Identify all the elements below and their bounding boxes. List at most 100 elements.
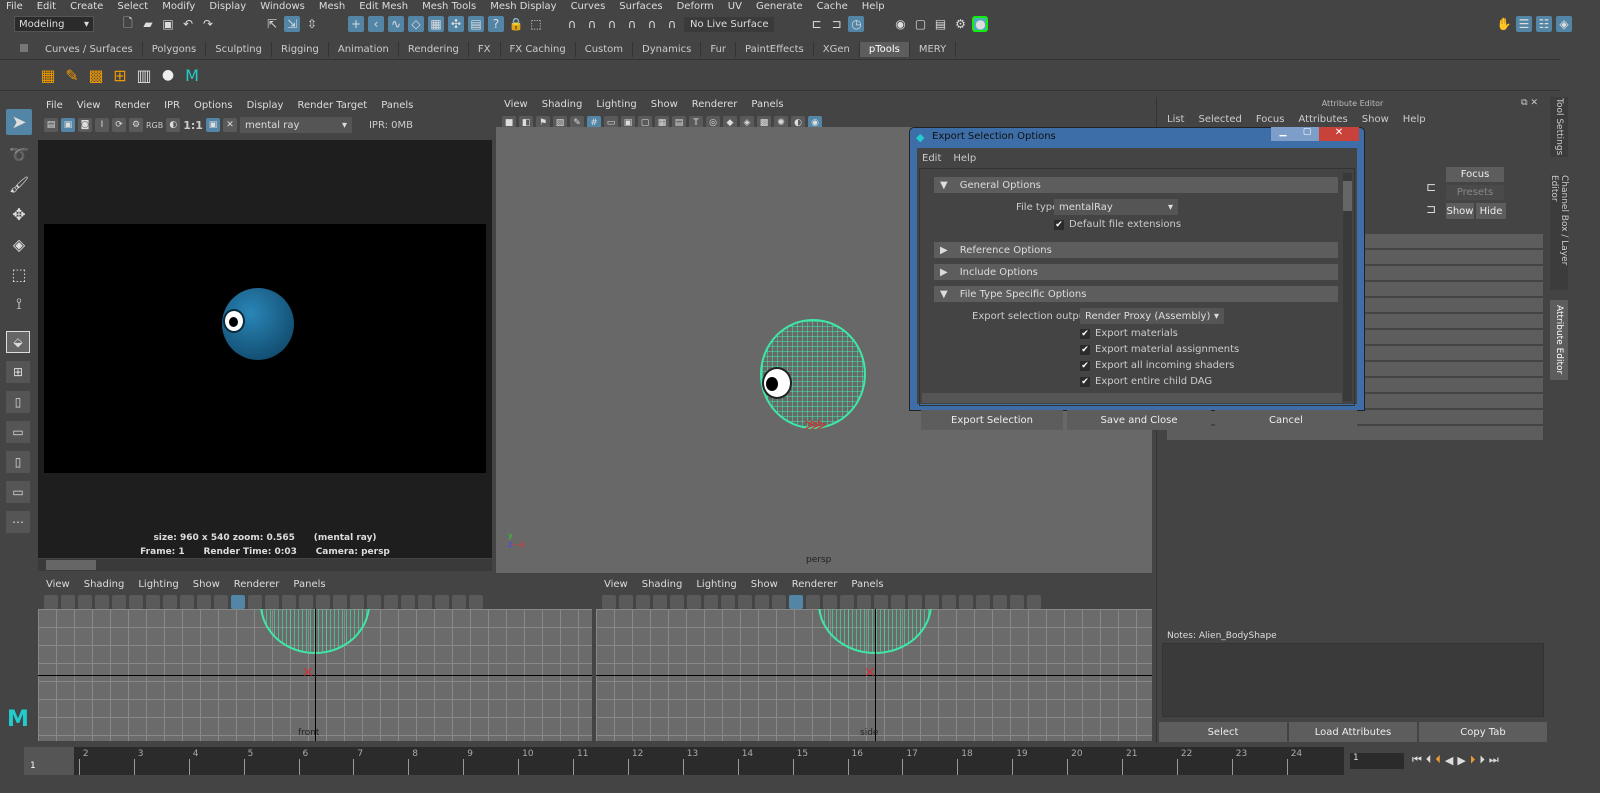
- render-menu-file[interactable]: File: [46, 100, 63, 111]
- viewport-toolbar-icon[interactable]: [61, 595, 75, 609]
- viewport-toolbar-icon[interactable]: [738, 595, 752, 609]
- ptools-layout-icon[interactable]: ▥: [136, 66, 152, 85]
- menu-modify[interactable]: Modify: [162, 1, 195, 12]
- viewport-toolbar-icon[interactable]: [857, 595, 871, 609]
- viewport-menu-view[interactable]: View: [504, 99, 528, 110]
- outliner-layout-icon[interactable]: ▯: [6, 451, 30, 473]
- viewport-toolbar-icon[interactable]: [840, 595, 854, 609]
- menu-deform[interactable]: Deform: [677, 1, 714, 12]
- default-extensions-checkbox[interactable]: ✔ Default file extensions: [1054, 219, 1181, 230]
- alpha-icon[interactable]: ◐: [166, 118, 181, 132]
- attribute-editor-tab[interactable]: Attribute Editor: [1550, 300, 1568, 380]
- paint-select-icon[interactable]: 🖌: [6, 171, 32, 197]
- snapshot-icon[interactable]: ◙: [78, 118, 92, 132]
- viewport-menu-renderer[interactable]: Renderer: [792, 579, 838, 590]
- snap-vertex-icon[interactable]: ✣: [448, 16, 464, 32]
- shelf-tab-fur[interactable]: Fur: [701, 41, 737, 57]
- viewport-menu-lighting[interactable]: Lighting: [138, 579, 178, 590]
- scale-tool-icon[interactable]: ⬚: [6, 261, 32, 287]
- load-attributes-button[interactable]: Load Attributes: [1289, 722, 1417, 742]
- viewport-toolbar-icon[interactable]: [976, 595, 990, 609]
- channel-box-tab[interactable]: Channel Box / Layer Editor: [1549, 175, 1569, 290]
- viewport-toolbar-icon[interactable]: [874, 595, 888, 609]
- focus-button[interactable]: Focus: [1446, 167, 1504, 182]
- render-menu-render-target[interactable]: Render Target: [297, 100, 367, 111]
- real-size-button[interactable]: 1:1: [183, 119, 203, 132]
- save-scene-icon[interactable]: ▣: [160, 16, 176, 32]
- ae-menu-help[interactable]: Help: [1403, 114, 1426, 125]
- viewport-menu-view[interactable]: View: [46, 579, 70, 590]
- viewport-menu-renderer[interactable]: Renderer: [234, 579, 280, 590]
- four-view-layout-icon[interactable]: ⊞: [6, 361, 30, 383]
- viewport-toolbar-icon[interactable]: [316, 595, 330, 609]
- hypershade-layout-icon[interactable]: ▭: [6, 481, 30, 503]
- viewport-toolbar-icon[interactable]: [772, 595, 786, 609]
- viewport-menu-lighting[interactable]: Lighting: [596, 99, 636, 110]
- current-frame-field[interactable]: 1: [1350, 753, 1404, 769]
- move-tool-icon[interactable]: ✥: [6, 201, 32, 227]
- joint-locator-icon[interactable]: ⋙: [804, 415, 827, 434]
- workspace-icon[interactable]: ✋: [1496, 16, 1512, 32]
- export-material-assignments-checkbox[interactable]: ✔ Export material assignments: [1080, 344, 1239, 355]
- magnet-icon[interactable]: ∩: [644, 16, 660, 32]
- select-hierarchy-icon[interactable]: ⇱: [264, 16, 280, 32]
- shelf-tab-ptools[interactable]: pTools: [859, 41, 910, 57]
- snap-point-icon[interactable]: ∿: [388, 16, 404, 32]
- render-settings-icon[interactable]: ⚙: [129, 118, 143, 132]
- shelf-tab-fx[interactable]: FX: [468, 41, 501, 57]
- viewport-menu-show[interactable]: Show: [193, 579, 220, 590]
- viewport-toolbar-icon[interactable]: [925, 595, 939, 609]
- export-child-dag-checkbox[interactable]: ✔ Export entire child DAG: [1080, 376, 1212, 387]
- ae-menu-focus[interactable]: Focus: [1256, 114, 1285, 125]
- menu-edit-mesh[interactable]: Edit Mesh: [359, 1, 408, 12]
- viewport-toolbar-icon[interactable]: [299, 595, 313, 609]
- viewport-toolbar-icon[interactable]: [163, 595, 177, 609]
- viewport-menu-view[interactable]: View: [604, 579, 628, 590]
- viewport-toolbar-icon[interactable]: [653, 595, 667, 609]
- viewport-toolbar-icon[interactable]: [282, 595, 296, 609]
- redo-icon[interactable]: ↷: [200, 16, 216, 32]
- undo-icon[interactable]: ↶: [180, 16, 196, 32]
- shelf-tab-polygons[interactable]: Polygons: [142, 41, 207, 57]
- live-surface-field[interactable]: No Live Surface: [684, 16, 775, 32]
- magnet-icon[interactable]: ∩: [584, 16, 600, 32]
- menu-surfaces[interactable]: Surfaces: [619, 1, 662, 12]
- viewport-menu-shading[interactable]: Shading: [84, 579, 125, 590]
- snap-grid-icon[interactable]: +: [348, 16, 364, 32]
- tool-settings-tab[interactable]: Tool Settings: [1550, 97, 1568, 157]
- hide-button[interactable]: Hide: [1476, 203, 1506, 219]
- viewport-toolbar-icon[interactable]: [908, 595, 922, 609]
- rotate-tool-icon[interactable]: ◈: [6, 231, 32, 257]
- viewport-toolbar-icon[interactable]: [959, 595, 973, 609]
- show-button[interactable]: Show: [1446, 203, 1474, 219]
- magnet-icon[interactable]: ∩: [604, 16, 620, 32]
- viewport-toolbar-icon[interactable]: [350, 595, 364, 609]
- render-frame-icon[interactable]: ◉: [892, 16, 908, 32]
- last-tool-icon[interactable]: ⟟: [6, 291, 32, 317]
- viewport-toolbar-icon[interactable]: [418, 595, 432, 609]
- render-region-icon[interactable]: ▢: [912, 16, 928, 32]
- side-viewport[interactable]: ✕ side: [596, 609, 1152, 741]
- select-component-icon[interactable]: ⇳: [304, 16, 320, 32]
- dialog-menu-help[interactable]: Help: [953, 153, 976, 164]
- maya-logo-icon[interactable]: M: [184, 66, 200, 85]
- new-scene-icon[interactable]: 🗋: [120, 16, 136, 32]
- ptools-box-icon[interactable]: ▦: [40, 66, 56, 85]
- file-type-dropdown[interactable]: mentalRay ▾: [1054, 199, 1178, 215]
- step-back-icon[interactable]: ⏴: [1426, 753, 1432, 767]
- viewport-toolbar-icon[interactable]: [469, 595, 483, 609]
- eye-mesh[interactable]: [762, 367, 792, 399]
- viewport-toolbar-icon[interactable]: [602, 595, 616, 609]
- export-output-dropdown[interactable]: Render Proxy (Assembly) ▾: [1080, 308, 1224, 324]
- rgb-channel-button[interactable]: RGB: [146, 121, 163, 130]
- ae-menu-attributes[interactable]: Attributes: [1298, 114, 1347, 125]
- ae-menu-selected[interactable]: Selected: [1198, 114, 1241, 125]
- menu-create[interactable]: Create: [70, 1, 103, 12]
- magnet-icon[interactable]: ∩: [564, 16, 580, 32]
- ae-menu-list[interactable]: List: [1167, 114, 1184, 125]
- include-options-header[interactable]: ▶ Include Options: [934, 264, 1338, 280]
- render-frame-icon[interactable]: ▤: [44, 118, 58, 132]
- viewport-toolbar-icon[interactable]: [636, 595, 650, 609]
- viewport-toolbar-icon[interactable]: [755, 595, 769, 609]
- viewport-toolbar-icon[interactable]: [993, 595, 1007, 609]
